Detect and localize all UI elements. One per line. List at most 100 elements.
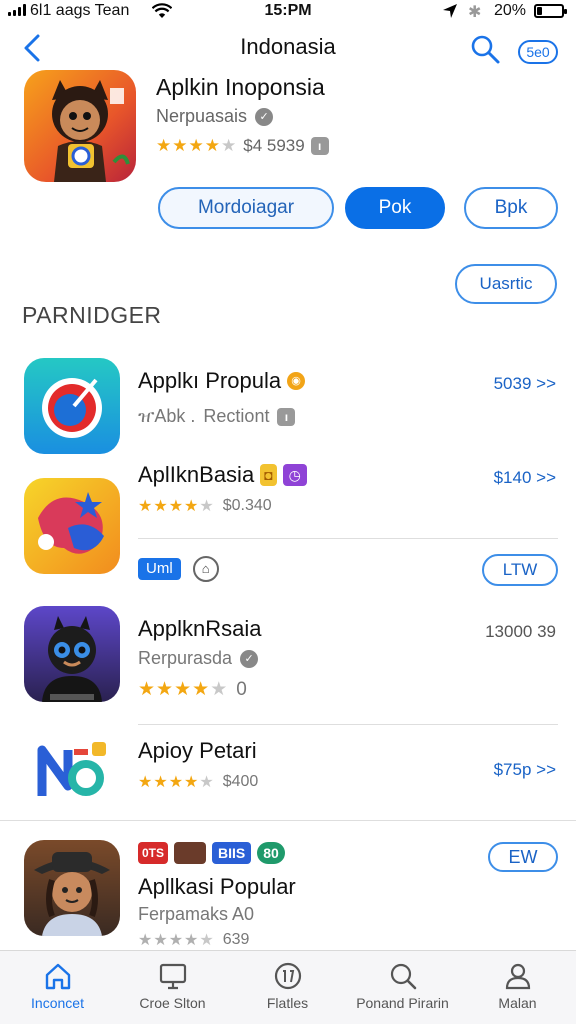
app-icon	[24, 606, 120, 702]
app-title: ApplknRsaia	[138, 616, 262, 642]
app-badges: 0TS BIIS 80	[138, 842, 285, 864]
star-icon: ★	[153, 774, 169, 791]
star-icon: ★	[204, 136, 221, 155]
app-meta: ★★★★★ 639	[138, 930, 249, 950]
section-title: PARNIDGER	[22, 302, 162, 328]
app-icon	[24, 840, 120, 936]
compass-icon	[274, 962, 301, 990]
app-price-button[interactable]: 5039 >>	[494, 374, 556, 394]
app-title-text: Applkı Propula	[138, 368, 282, 393]
app-meta-text: 0	[236, 678, 247, 700]
star-icon: ★	[188, 136, 205, 155]
rating-stars: ★★★★★	[138, 496, 215, 516]
featured-subtitle-text: Nerpuasais	[156, 106, 248, 126]
star-icon: ★	[156, 679, 175, 700]
ltw-button[interactable]: LTW	[482, 554, 558, 586]
trophy-icon: ◘	[260, 464, 277, 486]
list-item[interactable]: AplIknBasia ◘ ◷ ★★★★★ $0.340 $140 >> Uml…	[0, 462, 576, 592]
lists-button[interactable]: Uasrtic	[455, 264, 557, 304]
featured-app[interactable]: Aplkin Inoponsia Nerpuasais ✓ ★★★★★ $4 5…	[0, 68, 576, 248]
tab-malan[interactable]: Malan	[460, 951, 575, 1024]
star-icon: ★	[168, 774, 185, 791]
app-icon	[24, 478, 120, 574]
list-item[interactable]: Apioy Petari ★★★★★ $400 $75p >>	[0, 730, 576, 812]
bpk-button[interactable]: Bpk	[464, 187, 558, 229]
nav-badge-button[interactable]: 5e0	[518, 40, 558, 64]
clock-icon: ◷	[282, 464, 307, 486]
tab-croe-slton[interactable]: Croe Slton	[115, 951, 230, 1024]
star-icon: ★	[174, 679, 193, 700]
app-price-button[interactable]: $140 >>	[494, 468, 556, 488]
rating-stars: ★★★★★	[156, 136, 237, 156]
app-price-button[interactable]: 13000 39	[485, 622, 556, 642]
info-icon: ı	[277, 407, 296, 426]
verified-icon: ✓	[255, 107, 274, 126]
featured-app-icon	[24, 70, 136, 182]
search-icon[interactable]	[468, 32, 502, 66]
battery-percent: 20%	[494, 2, 527, 19]
app-meta-text: 639	[222, 931, 250, 948]
app-subtitle: Rerpurasda ✓	[138, 648, 259, 669]
star-icon: ★	[192, 679, 211, 700]
app-meta: ★★★★★ $400	[138, 772, 258, 792]
star-icon: ★	[199, 498, 215, 515]
status-bar: 6l1 aags Tean 15:PM ✱ 20%	[0, 0, 576, 26]
star-icon: ★	[172, 136, 189, 155]
rating-stars: ★★★★★	[138, 678, 228, 701]
app-title: AplIknBasia ◘ ◷	[138, 462, 307, 488]
bookmark-icon[interactable]: ⌂	[192, 556, 219, 582]
app-title-text: Apioy Petari	[138, 738, 257, 763]
pok-button[interactable]: Pok	[345, 187, 445, 229]
tab-label: Croe Slton	[139, 995, 206, 1011]
star-icon: ★	[138, 932, 154, 949]
star-icon: ★	[184, 774, 200, 791]
tab-ponand-pirarin[interactable]: Ponand Pirarin	[345, 951, 460, 1024]
app-title: Applkı Propula ◉	[138, 368, 306, 394]
app-subtitle-text: Rerpurasda	[138, 648, 233, 668]
award-icon: ◉	[287, 372, 306, 390]
app-subtitle-text: Ferpamaks A0	[138, 904, 255, 924]
star-icon: ★	[138, 774, 154, 791]
app-subtitle-text: Rectiont	[203, 406, 270, 426]
person-icon	[505, 963, 530, 990]
app-subtitle-prefix: ዠAbk .	[138, 406, 196, 426]
list-item[interactable]: 0TS BIIS 80 Apllkasi Popular Ferpamaks A…	[0, 836, 576, 950]
app-meta-text: $0.340	[222, 497, 272, 514]
search-icon	[390, 963, 416, 990]
tab-label: Inconcet	[31, 995, 84, 1011]
tab-inconcet[interactable]: Inconcet	[0, 951, 115, 1024]
nav-bar: Indonasia 5e0	[0, 28, 576, 68]
app-icon	[24, 358, 120, 454]
badge-chip: BIIS	[212, 842, 252, 864]
star-icon: ★	[153, 932, 169, 949]
location-icon	[443, 4, 457, 18]
list-item[interactable]: ApplknRsaia Rerpurasda ✓ ★★★★★ 0 13000 3…	[0, 604, 576, 725]
bluetooth-icon: ✱	[468, 4, 482, 21]
featured-app-title: Aplkin Inoponsia	[156, 74, 325, 100]
badge-chip: 0TS	[138, 842, 169, 864]
badge-chip: 80	[257, 842, 285, 864]
app-subtitle: ዠAbk . Rectiont ı	[138, 406, 296, 427]
mordoiagar-button[interactable]: Mordoiagar	[158, 187, 334, 229]
app-meta: ★★★★★ 0	[138, 678, 247, 701]
star-icon: ★	[199, 932, 215, 949]
app-subtitle: Ferpamaks A0	[138, 904, 254, 925]
divider	[0, 820, 576, 821]
star-icon: ★	[184, 932, 200, 949]
star-icon: ★	[153, 498, 169, 515]
ew-button[interactable]: EW	[488, 842, 558, 872]
tab-label: Ponand Pirarin	[356, 995, 449, 1011]
star-icon: ★	[168, 932, 185, 949]
uml-chip[interactable]: Uml	[138, 558, 181, 580]
app-icon	[34, 732, 114, 812]
star-icon: ★	[199, 774, 215, 791]
divider	[138, 538, 558, 539]
featured-app-subtitle: Nerpuasais ✓	[156, 106, 274, 127]
app-title-text: AplIknBasia	[138, 462, 255, 487]
featured-meta-text: $4 5939	[243, 136, 305, 155]
app-price-button[interactable]: $75p >>	[494, 760, 556, 780]
list-item[interactable]: Applkı Propula ◉ ዠAbk . Rectiont ı 5039 …	[0, 356, 576, 466]
tab-flatles[interactable]: Flatles	[230, 951, 345, 1024]
rating-stars: ★★★★★	[138, 772, 215, 792]
status-time: 15:PM	[264, 2, 312, 19]
